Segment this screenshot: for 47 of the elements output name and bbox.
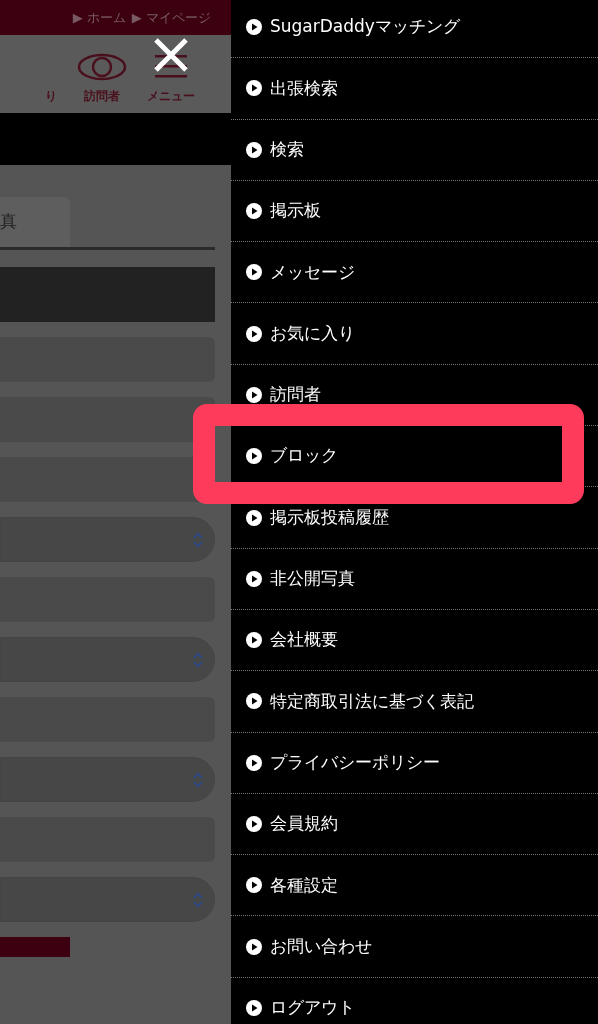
menu-item[interactable]: ブロック [246, 443, 338, 469]
menu-item[interactable]: プライバシーポリシー [246, 749, 440, 776]
play-icon [246, 816, 262, 832]
play-icon [246, 80, 262, 97]
input-field[interactable] [0, 397, 215, 442]
play-icon [246, 754, 262, 771]
menu-item[interactable]: 各種設定 [246, 872, 338, 899]
select-field[interactable] [0, 877, 215, 922]
menu-item[interactable]: お気に入り [246, 320, 355, 347]
menu-item[interactable]: 非公開写真 [246, 566, 355, 592]
menu-icon [153, 53, 189, 81]
play-icon [246, 264, 262, 281]
play-icon [246, 141, 262, 158]
play-icon [246, 386, 262, 403]
chevron-updown-icon [192, 651, 204, 668]
play-icon [246, 632, 262, 649]
menu-item[interactable]: メッセージ [246, 259, 355, 286]
close-icon[interactable] [153, 37, 189, 73]
play-icon [246, 509, 262, 526]
play-icon [246, 325, 262, 342]
menu-item[interactable]: お問い合わせ [246, 933, 372, 960]
play-icon [246, 570, 262, 587]
play-icon [246, 938, 262, 955]
menu-item[interactable]: 訪問者 [246, 382, 321, 408]
menu-item[interactable]: 会社概要 [246, 627, 338, 653]
select-field[interactable] [0, 757, 215, 802]
play-icon [246, 448, 262, 465]
play-icon [246, 877, 262, 894]
play-icon [246, 999, 262, 1016]
menu-item[interactable]: ログアウト [246, 995, 355, 1021]
menu-item[interactable]: 掲示板 [246, 198, 321, 224]
menu-item[interactable]: 掲示板投稿履歴 [246, 504, 389, 531]
play-icon [246, 203, 262, 220]
select-field[interactable] [0, 637, 215, 682]
menu-item[interactable]: 会員規約 [246, 811, 338, 837]
play-icon [246, 693, 262, 710]
eye-icon [77, 53, 127, 81]
menu-item[interactable]: 特定商取引法に基づく表記 [246, 688, 474, 715]
play-icon [246, 19, 262, 36]
chevron-updown-icon [192, 771, 204, 788]
menu-item[interactable]: 検索 [246, 137, 304, 163]
submit-button[interactable] [0, 937, 70, 957]
chevron-updown-icon [192, 891, 204, 908]
menu-item[interactable]: SugarDaddyマッチング [246, 14, 460, 40]
menu-item[interactable]: 出張検索 [246, 75, 338, 102]
select-field[interactable] [0, 517, 215, 562]
chevron-updown-icon [192, 531, 204, 548]
